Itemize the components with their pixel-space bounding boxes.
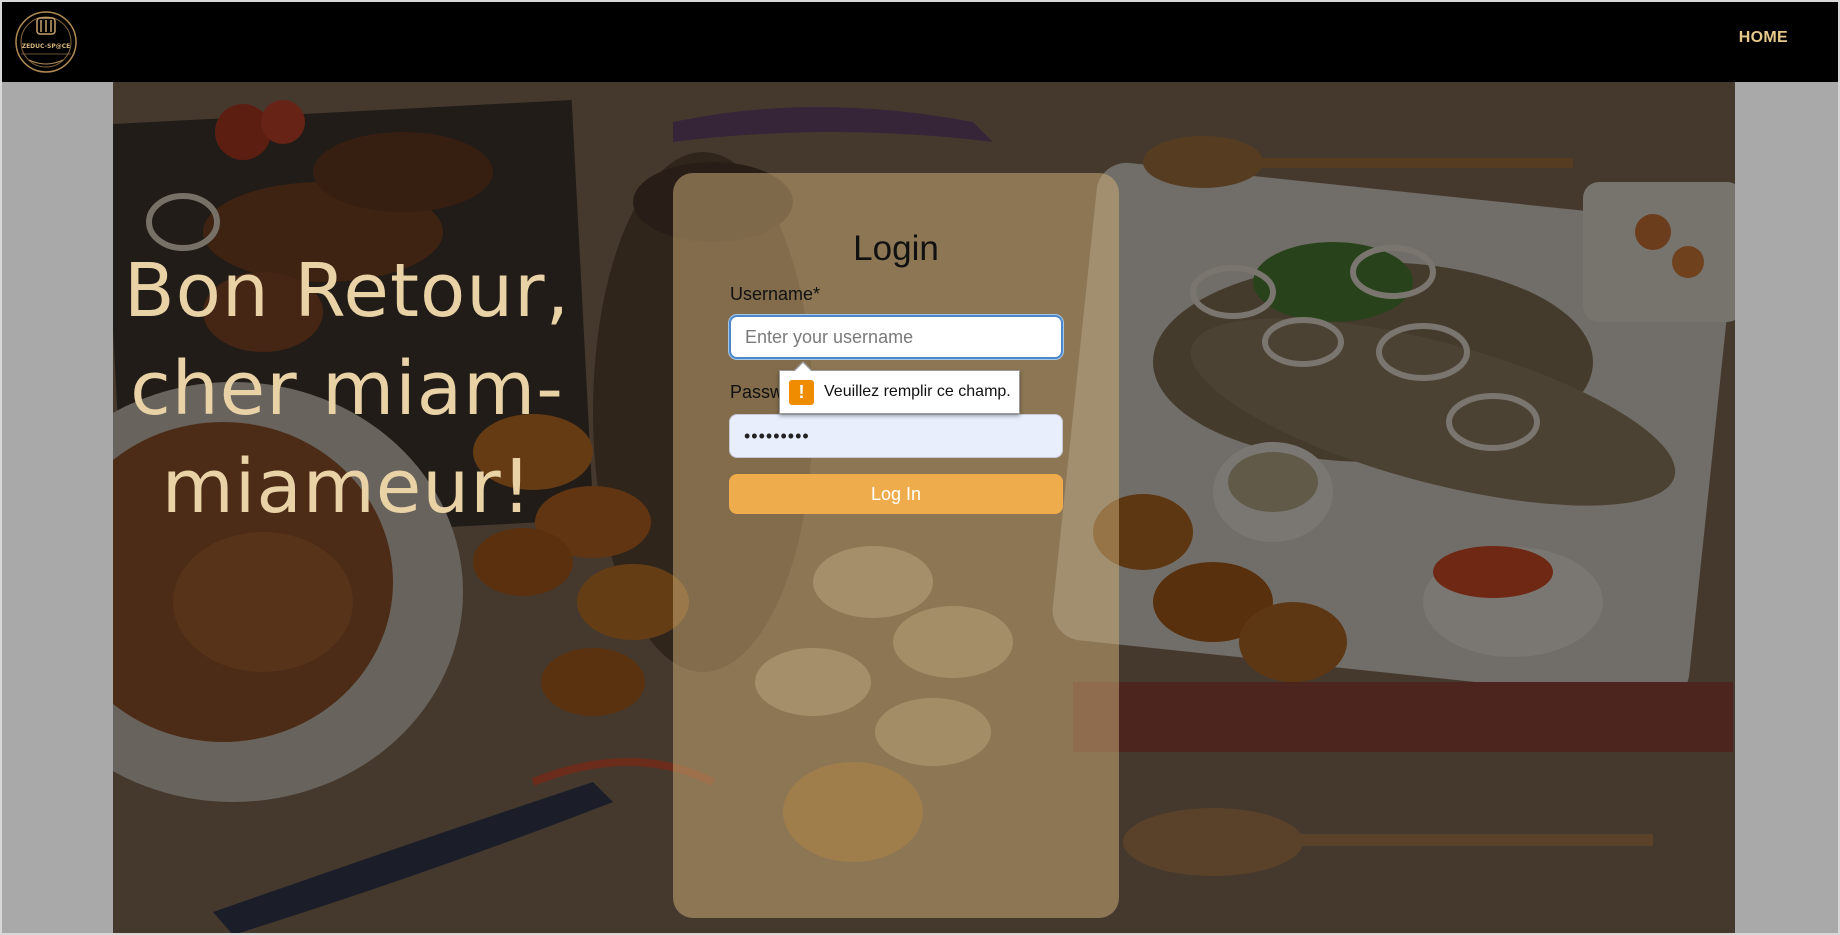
validation-tooltip: ! Veuillez remplir ce champ.: [779, 361, 1020, 414]
headline-line-3: miameur!: [161, 444, 533, 530]
password-input[interactable]: [729, 414, 1063, 458]
welcome-headline: Bon Retour, cher miam- miameur!: [117, 242, 577, 536]
headline-line-2: cher miam-: [130, 346, 564, 432]
tooltip-arrow-inner: [794, 363, 812, 372]
login-title: Login: [853, 229, 939, 268]
headline-line-1: Bon Retour,: [123, 248, 571, 334]
hero-section: Bon Retour, cher miam- miameur! Login Us…: [113, 82, 1735, 933]
validation-message: Veuillez remplir ce champ.: [824, 383, 1011, 400]
left-margin: [2, 82, 113, 933]
brand-logo[interactable]: ZEDUC-SP@CE: [9, 10, 83, 74]
right-margin: [1735, 82, 1838, 933]
top-navbar: ZEDUC-SP@CE HOME: [2, 2, 1838, 82]
warning-icon: !: [789, 379, 814, 405]
login-card: Login Username* Password* Log In: [673, 173, 1119, 918]
nav-home-link[interactable]: HOME: [1739, 29, 1788, 47]
login-submit-button[interactable]: Log In: [729, 474, 1063, 514]
username-label: Username*: [730, 284, 821, 304]
svg-text:ZEDUC-SP@CE: ZEDUC-SP@CE: [22, 43, 71, 50]
username-input[interactable]: [729, 315, 1063, 359]
app-window: ZEDUC-SP@CE HOME Bon Retour, cher miam- …: [0, 0, 1840, 935]
